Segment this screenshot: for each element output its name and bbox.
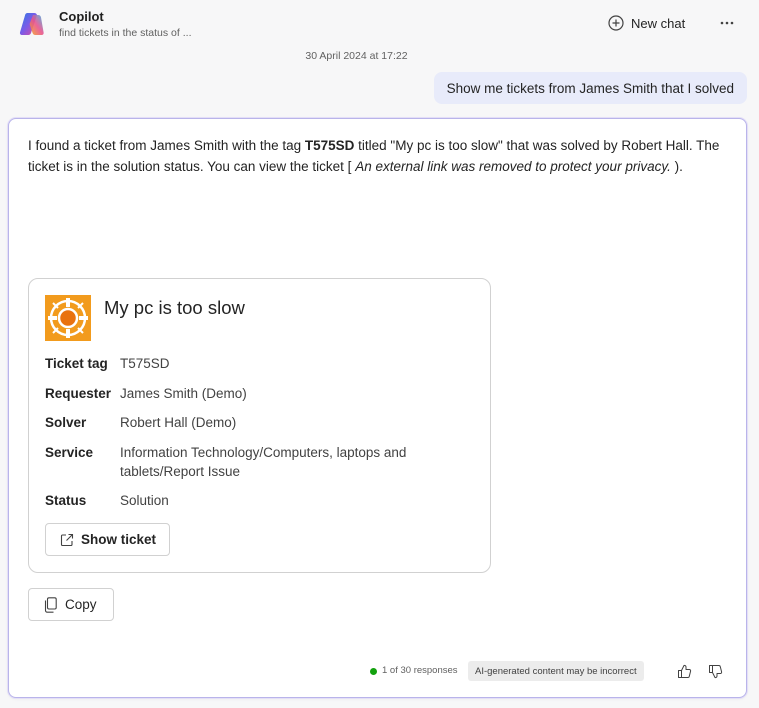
response-text-part: I found a ticket from James Smith with t… <box>28 138 305 153</box>
more-options-button[interactable] <box>716 12 738 34</box>
thumbs-down-button[interactable] <box>705 661 725 681</box>
response-text: I found a ticket from James Smith with t… <box>28 136 728 177</box>
field-value: T575SD <box>120 356 170 371</box>
response-count: 1 of 30 responses <box>382 665 458 676</box>
thumbs-up-icon <box>677 664 691 678</box>
more-horizontal-icon <box>720 21 734 25</box>
show-ticket-button[interactable]: Show ticket <box>45 523 170 556</box>
field-value: Robert Hall (Demo) <box>120 415 237 430</box>
show-ticket-label: Show ticket <box>81 532 157 547</box>
response-footer: 1 of 30 responses AI-generated content m… <box>9 660 748 682</box>
new-chat-button[interactable]: New chat <box>608 12 685 34</box>
status-dot-icon <box>370 668 377 675</box>
conversation-subtitle: find tickets in the status of ... <box>59 27 192 39</box>
copy-label: Copy <box>65 597 97 612</box>
copilot-response: I found a ticket from James Smith with t… <box>8 118 747 698</box>
response-text-part: ). <box>670 158 683 174</box>
ai-disclaimer-badge: AI-generated content may be incorrect <box>468 661 644 681</box>
thumbs-down-icon <box>708 664 722 678</box>
user-message-text: Show me tickets from James Smith that I … <box>446 80 734 96</box>
header: Copilot find tickets in the status of ..… <box>0 0 759 44</box>
response-ticket-tag: T575SD <box>304 138 355 153</box>
field-label: Ticket tag <box>45 356 108 371</box>
thumbs-up-button[interactable] <box>674 661 694 681</box>
field-label: Solver <box>45 415 87 430</box>
field-label: Status <box>45 493 87 508</box>
ticket-app-icon <box>45 295 91 341</box>
ticket-title: My pc is too slow <box>104 297 245 318</box>
app-title: Copilot <box>59 9 104 24</box>
message-timestamp: 30 April 2024 at 17:22 <box>305 50 408 62</box>
field-value: Solution <box>120 493 169 508</box>
field-value: Information Technology/Computers, laptop… <box>120 445 407 479</box>
user-message-bubble: Show me tickets from James Smith that I … <box>433 72 747 104</box>
ticket-card: My pc is too slow Ticket tag T575SD Requ… <box>28 278 491 573</box>
copy-button[interactable]: Copy <box>28 588 114 621</box>
open-external-icon <box>60 533 74 546</box>
removed-link-notice: An external link was removed to protect … <box>355 158 671 174</box>
field-value: James Smith (Demo) <box>120 386 247 401</box>
field-label: Service <box>45 445 94 460</box>
new-chat-label: New chat <box>631 15 686 31</box>
plus-circle-icon <box>608 15 624 31</box>
field-label: Requester <box>45 386 112 401</box>
copilot-logo-icon <box>19 12 44 36</box>
copy-icon <box>44 596 57 613</box>
